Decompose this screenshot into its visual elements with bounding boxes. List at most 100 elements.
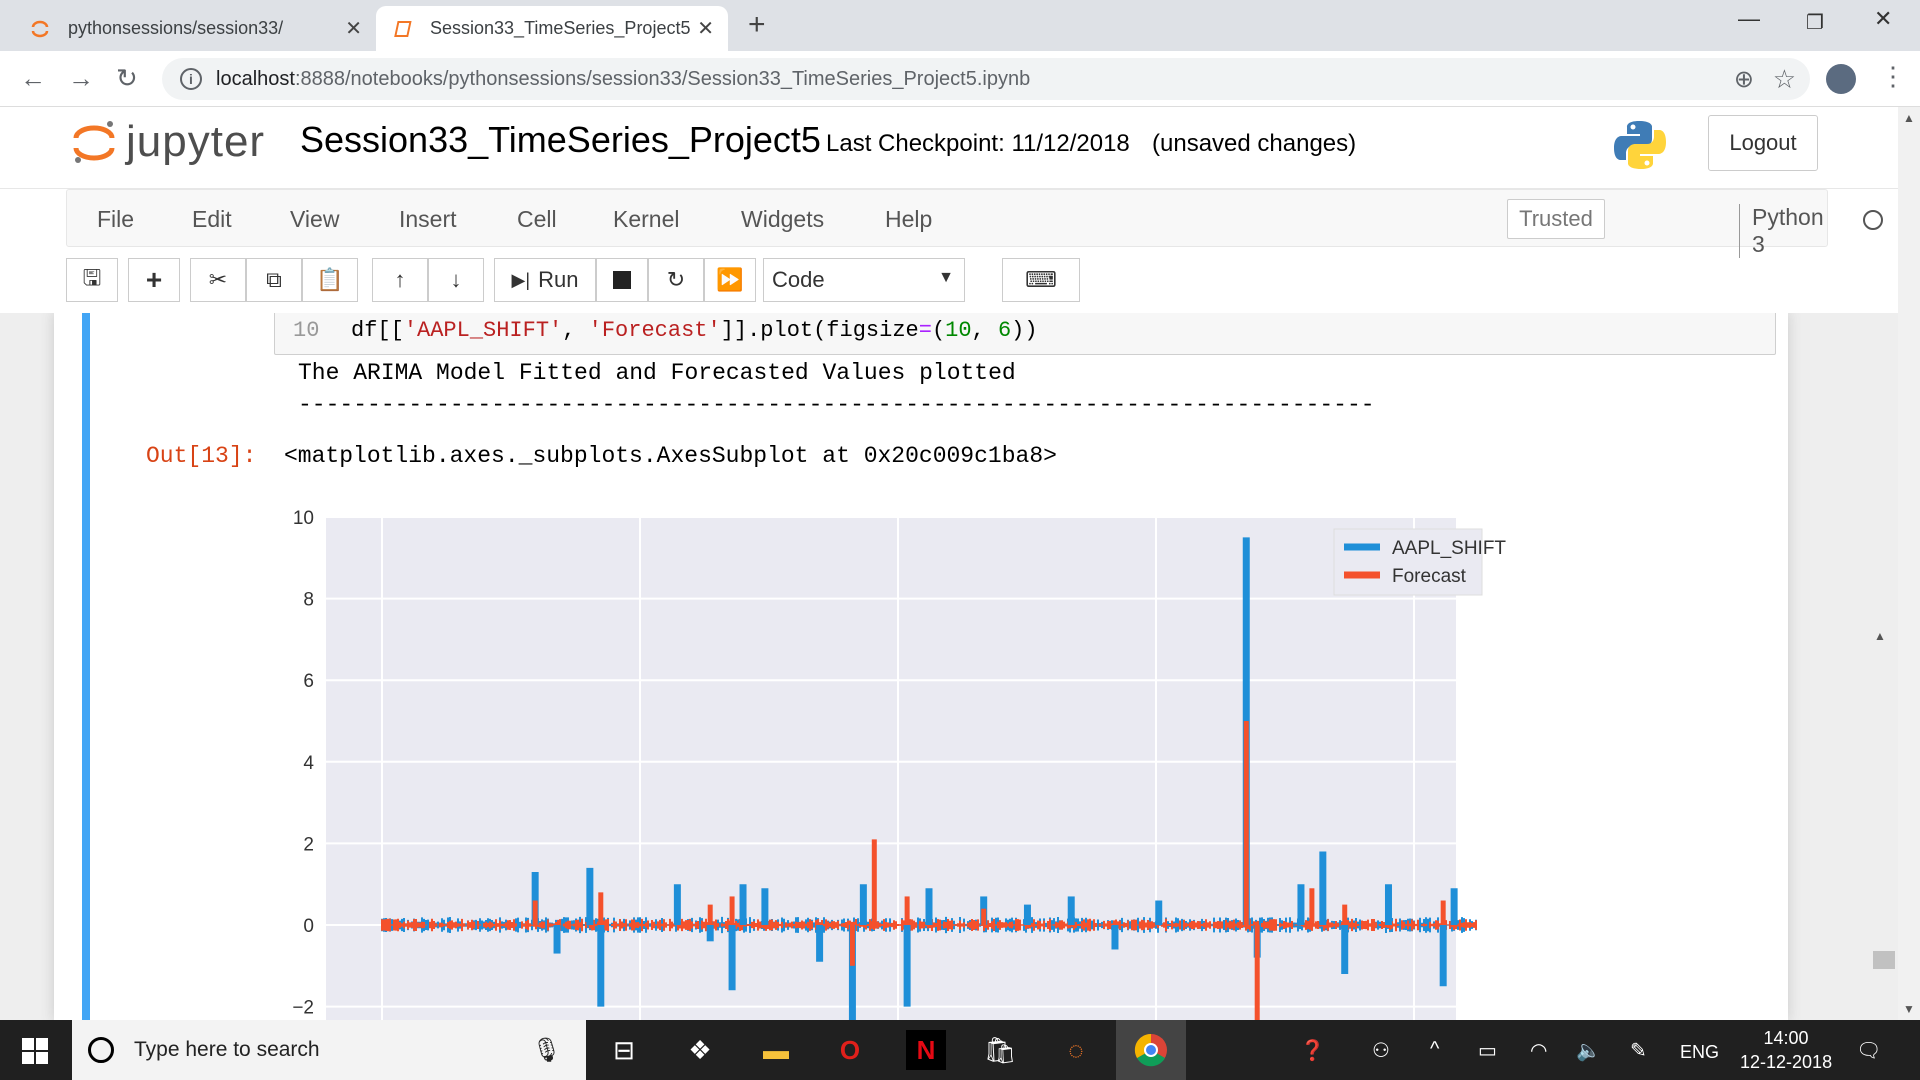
jupyter-logo[interactable]: jupyter [72,117,265,167]
cell-type-value: Code [772,267,825,292]
pen-icon[interactable]: ✎ [1630,1038,1647,1063]
reload-icon[interactable]: ↻ [116,63,138,94]
trusted-indicator[interactable]: Trusted [1507,199,1605,239]
opera-icon[interactable]: O [830,1030,870,1070]
legend-label: Forecast [1392,566,1467,587]
interrupt-button[interactable] [596,258,648,302]
code-token: 6 [997,318,1012,343]
page-scrollbar[interactable]: ▲ ▼ [1898,107,1920,1020]
file-explorer-icon[interactable]: ▬ [756,1030,796,1070]
notebook-favicon-icon [394,20,412,37]
netflix-icon[interactable]: N [906,1030,946,1070]
y-tick-label: 6 [303,671,314,692]
menu-view[interactable]: View [290,206,339,233]
windows-start-icon[interactable] [22,1038,48,1064]
code-token: 10 [945,318,972,343]
restart-icon: ↻ [666,267,686,292]
new-tab-button[interactable]: + [748,8,766,42]
dropbox-icon[interactable]: ❖ [680,1030,720,1070]
notebook-title[interactable]: Session33_TimeSeries_Project5 [300,119,821,161]
move-down-button[interactable]: ↓ [428,258,484,302]
back-icon[interactable]: ← [20,63,46,94]
kernel-idle-icon [1863,210,1883,230]
clock-time: 14:00 [1763,1028,1809,1048]
stdout-line: The ARIMA Model Fitted and Forecasted Va… [298,360,1016,386]
stdout-rule: ----------------------------------------… [298,392,1375,418]
site-info-icon[interactable]: i [180,68,202,90]
cell-scroll-up-icon[interactable]: ▲ [1874,629,1886,643]
people-icon[interactable]: ⚇ [1372,1038,1390,1063]
store-icon[interactable]: 🛍 [980,1030,1020,1070]
forward-icon[interactable]: → [68,63,94,94]
omnibox[interactable]: i localhost:8888/notebooks/pythonsession… [162,58,1810,100]
logout-button[interactable]: Logout [1708,115,1818,171]
minimize-icon[interactable]: — [1738,6,1760,32]
help-icon[interactable]: ❓ [1300,1038,1325,1063]
code-token: 'Forecast' [588,318,721,343]
tray-chevron-icon[interactable]: ^ [1430,1038,1439,1061]
copy-button[interactable]: ⧉ [246,258,302,302]
code-token: , [562,318,589,343]
notebook-area: 10 df[['AAPL_SHIFT', 'Forecast']].plot(f… [0,313,1898,1020]
cell-type-select[interactable]: Code ▼ [763,258,965,302]
code-token: ( [931,318,946,343]
cut-button[interactable]: ✂ [190,258,246,302]
fast-forward-icon: ⏩ [716,267,744,292]
scroll-down-icon[interactable]: ▼ [1903,1002,1915,1016]
close-tab-icon[interactable]: ✕ [697,16,714,41]
restore-icon[interactable]: ❐ [1806,10,1824,35]
url-text[interactable]: localhost:8888/notebooks/pythonsessions/… [216,68,1030,91]
battery-icon[interactable]: ▭ [1478,1038,1497,1063]
taskbar-search[interactable]: Type here to search 🎙 [72,1020,586,1080]
move-up-button[interactable]: ↑ [372,258,428,302]
chrome-icon [1134,1033,1167,1067]
code-token: df[[ [351,318,404,343]
menu-file[interactable]: File [97,206,134,233]
profile-avatar[interactable] [1826,64,1856,94]
tab-title: pythonsessions/session33/ [68,18,284,38]
jupyter-header: jupyter Session33_TimeSeries_Project5 La… [0,107,1898,189]
wifi-icon[interactable]: ◠ [1530,1038,1547,1063]
paste-button[interactable]: 📋 [302,258,358,302]
close-tab-icon[interactable]: ✕ [345,16,362,41]
browser-menu-icon[interactable]: ⋮ [1880,61,1906,92]
browser-tab-notebook[interactable]: Session33_TimeSeries_Project5 ✕ [376,6,728,51]
chrome-taskbar-icon[interactable] [1116,1020,1186,1080]
unsaved-indicator: (unsaved changes) [1152,130,1357,157]
scroll-up-icon[interactable]: ▲ [1903,111,1915,125]
search-placeholder: Type here to search [134,1038,320,1061]
zoom-icon[interactable]: ⊕ [1734,65,1754,94]
save-button[interactable]: 🖫 [66,258,118,302]
menu-edit[interactable]: Edit [192,206,232,233]
cortana-icon [88,1037,114,1063]
command-palette-button[interactable]: ⌨ [1002,258,1080,302]
insert-cell-button[interactable]: + [128,258,180,302]
jupyter-favicon-icon [31,20,49,37]
microphone-icon[interactable]: 🎙 [532,1036,562,1065]
menu-kernel[interactable]: Kernel [613,206,679,233]
code-cell-input[interactable]: 10 df[['AAPL_SHIFT', 'Forecast']].plot(f… [274,313,1776,355]
arrow-down-icon: ↓ [450,267,462,292]
menu-insert[interactable]: Insert [399,206,457,233]
menu-cell[interactable]: Cell [517,206,557,233]
browser-tab-session33-dir[interactable]: pythonsessions/session33/ ✕ [14,6,376,51]
menu-help[interactable]: Help [885,206,932,233]
restart-button[interactable]: ↻ [648,258,704,302]
restart-run-all-button[interactable]: ⏩ [704,258,756,302]
bookmark-star-icon[interactable]: ☆ [1773,64,1796,95]
close-window-icon[interactable]: ✕ [1874,6,1892,32]
run-button[interactable]: ▶| Run [494,258,596,302]
stop-icon [613,271,631,289]
jupyter-logo-icon [73,121,115,163]
menu-widgets[interactable]: Widgets [741,206,824,233]
url-host: localhost [216,67,295,90]
task-view-icon[interactable]: ⊟ [604,1030,644,1070]
jupyter-taskbar-icon[interactable]: ◌ [1056,1030,1096,1070]
line-number: 10 [293,318,320,343]
system-clock[interactable]: 14:00 12-12-2018 [1740,1026,1832,1074]
code-token: ]].plot(figsize [720,318,919,343]
volume-icon[interactable]: 🔈 [1576,1038,1601,1063]
cell-scroll-thumb[interactable] [1873,951,1895,969]
language-indicator[interactable]: ENG [1680,1042,1719,1063]
notifications-icon[interactable]: 🗨 [1856,1038,1881,1063]
